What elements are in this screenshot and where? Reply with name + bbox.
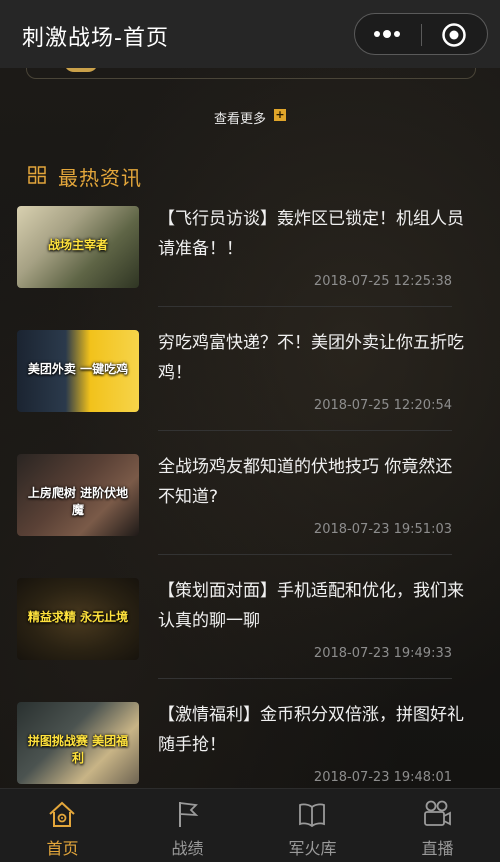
tab-records[interactable]: 战绩	[125, 789, 250, 862]
news-item[interactable]: 战场主宰者 【飞行员访谈】轰炸区已锁定！机组人员请准备！！ 2018-07-25…	[0, 206, 500, 330]
tab-label: 战绩	[171, 839, 204, 858]
news-title: 穷吃鸡富快递？不！美团外卖让你五折吃鸡！	[158, 333, 464, 383]
tab-label: 直播	[421, 839, 454, 858]
plus-icon[interactable]: +	[274, 109, 286, 121]
thumbnail-caption: 上房爬树 进阶伏地魔	[27, 486, 129, 517]
news-timestamp: 2018-07-25 12:25:38	[313, 274, 452, 289]
mini-program-capsule	[354, 13, 488, 55]
news-item[interactable]: 精益求精 永无止境 【策划面对面】手机适配和优化，我们来认真的聊一聊 2018-…	[0, 578, 500, 702]
news-thumbnail: 战场主宰者	[17, 206, 139, 288]
tab-live[interactable]: 直播	[375, 789, 500, 862]
news-thumbnail: 上房爬树 进阶伏地魔	[17, 454, 139, 536]
news-thumbnail: 美团外卖 一键吃鸡	[17, 330, 139, 412]
tab-label: 首页	[46, 839, 79, 858]
close-mini-program-icon[interactable]	[441, 22, 467, 48]
home-icon	[49, 801, 75, 827]
tab-arsenal[interactable]: 军火库	[250, 789, 375, 862]
view-more-link[interactable]: 查看更多	[214, 108, 266, 127]
item-divider	[158, 306, 452, 307]
news-timestamp: 2018-07-23 19:48:01	[313, 770, 452, 785]
news-timestamp: 2018-07-23 19:51:03	[313, 522, 452, 537]
bottom-tab-bar: 首页 战绩 军火库 直播	[0, 788, 500, 862]
news-timestamp: 2018-07-23 19:49:33	[313, 646, 452, 661]
news-item[interactable]: 上房爬树 进阶伏地魔 全战场鸡友都知道的伏地技巧 你竟然还不知道? 2018-0…	[0, 454, 500, 578]
title-bar: 刺激战场-首页	[0, 0, 500, 68]
book-icon	[299, 803, 325, 828]
news-timestamp: 2018-07-25 12:20:54	[313, 398, 452, 413]
thumbnail-caption: 精益求精 永无止境	[27, 610, 129, 624]
capsule-divider	[421, 24, 422, 46]
section-title: 最热资讯	[58, 166, 142, 190]
news-thumbnail: 拼图挑战赛 美团福利	[17, 702, 139, 784]
tab-label: 军火库	[288, 839, 337, 858]
item-divider	[158, 678, 452, 679]
flag-icon	[179, 802, 199, 827]
news-thumbnail: 精益求精 永无止境	[17, 578, 139, 660]
item-divider	[158, 430, 452, 431]
thumbnail-caption: 美团外卖 一键吃鸡	[27, 362, 129, 376]
news-item[interactable]: 美团外卖 一键吃鸡 穷吃鸡富快递？不！美团外卖让你五折吃鸡！ 2018-07-2…	[0, 330, 500, 454]
item-divider	[158, 554, 452, 555]
thumbnail-caption: 拼图挑战赛 美团福利	[27, 734, 129, 765]
news-title: 【激情福利】金币积分双倍涨，拼图好礼随手抢！	[158, 705, 464, 755]
tab-home[interactable]: 首页	[0, 789, 125, 862]
camera-icon	[424, 800, 451, 826]
news-title: 【飞行员访谈】轰炸区已锁定！机组人员请准备！！	[158, 209, 464, 259]
news-title: 【策划面对面】手机适配和优化，我们来认真的聊一聊	[158, 581, 464, 631]
news-title: 全战场鸡友都知道的伏地技巧 你竟然还不知道?	[158, 457, 453, 507]
more-options-icon[interactable]	[369, 23, 405, 45]
grid-icon	[28, 166, 46, 184]
page-title: 刺激战场-首页	[22, 26, 169, 51]
thumbnail-caption: 战场主宰者	[47, 238, 108, 252]
main-content: 查看更多 + 最热资讯 战场主宰者 【飞行员访谈】轰炸区已锁定！机组人员请准备！…	[0, 60, 500, 788]
